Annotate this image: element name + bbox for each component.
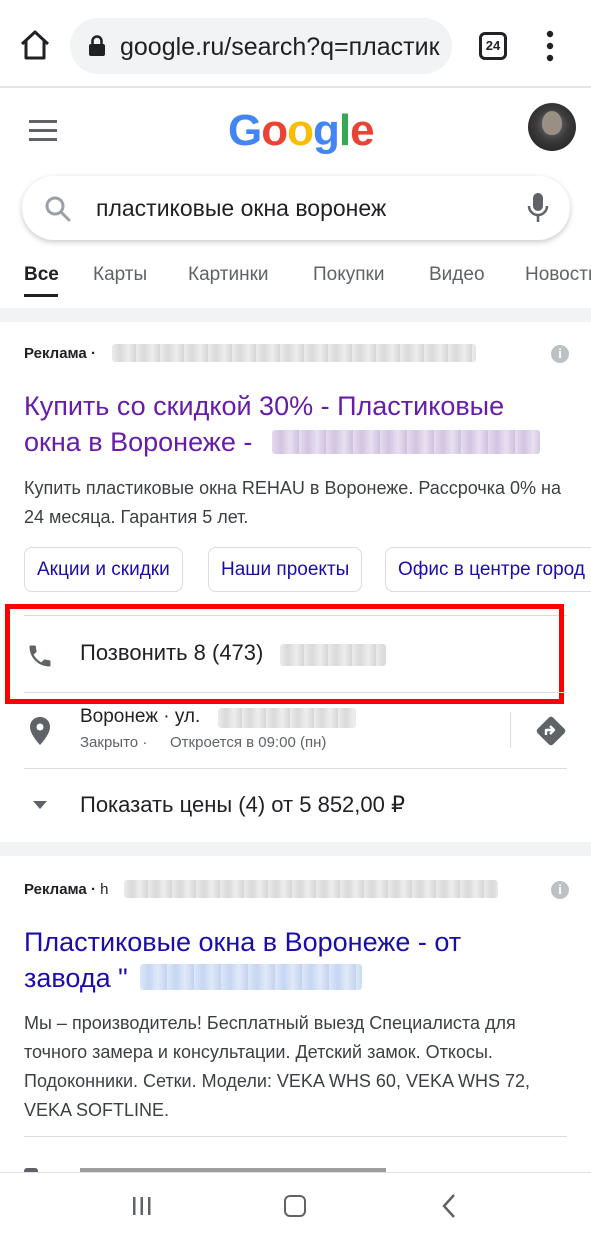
- ad-title-line: Пластиковые окна в Воронеже - от: [24, 927, 462, 957]
- hours-dot: ·: [142, 734, 148, 751]
- section-separator: [0, 308, 591, 322]
- ad-label-dot: ·: [90, 881, 96, 898]
- logo-letter: l: [338, 106, 351, 155]
- ad-label: Реклама ·: [24, 345, 96, 362]
- google-logo[interactable]: Google: [228, 106, 375, 156]
- ad-description: Купить пластиковые окна REHAU в Воронеже…: [24, 478, 561, 527]
- logo-letter: g: [313, 106, 340, 155]
- ad-label: Реклама · h: [24, 881, 108, 898]
- address-bar[interactable]: google.ru/search?q=пластик: [70, 18, 452, 74]
- logo-letter: G: [228, 106, 262, 155]
- info-icon[interactable]: i: [551, 881, 569, 899]
- sitelink-office[interactable]: Офис в центре город: [385, 547, 591, 592]
- tab-all[interactable]: Все: [24, 264, 59, 286]
- tab-videos[interactable]: Видео: [429, 264, 485, 286]
- divider: [24, 768, 567, 769]
- ad-domain-start: h: [100, 881, 109, 898]
- tab-switcher-button[interactable]: 24: [479, 32, 507, 60]
- url-text: google.ru/search?q=пластик: [120, 33, 440, 61]
- redacted-title: [140, 964, 362, 990]
- active-tab-indicator: [24, 294, 58, 297]
- divider: [24, 1136, 567, 1137]
- tab-maps[interactable]: Карты: [93, 264, 147, 286]
- microphone-icon[interactable]: [526, 192, 550, 224]
- hamburger-menu-icon[interactable]: [29, 119, 57, 141]
- sitelink-promotions[interactable]: Акции и скидки: [24, 547, 183, 592]
- address-link[interactable]: Воронеж · ул.: [80, 706, 200, 728]
- recent-apps-icon[interactable]: [131, 1195, 153, 1217]
- tab-shopping[interactable]: Покупки: [313, 264, 384, 286]
- redacted-title: [272, 430, 540, 454]
- chevron-down-icon[interactable]: [32, 800, 48, 810]
- account-avatar[interactable]: [528, 103, 576, 151]
- divider: [24, 692, 567, 693]
- search-icon: [45, 196, 71, 222]
- ad-label-dot: ·: [90, 345, 96, 362]
- search-box[interactable]: пластиковые окна воронеж: [22, 176, 570, 240]
- lock-icon: [89, 35, 105, 56]
- tab-news[interactable]: Новости: [525, 264, 591, 286]
- hours-closed-status: Закрыто ·: [80, 734, 147, 751]
- section-separator: [0, 842, 591, 856]
- redacted-url: [112, 344, 476, 362]
- search-tabs: Все Карты Картинки Покупки Видео Новости: [0, 262, 591, 302]
- search-input[interactable]: пластиковые окна воронеж: [96, 195, 386, 222]
- ad-label-text: Реклама: [24, 345, 87, 362]
- location-pin-icon: [30, 717, 50, 745]
- redacted-address: [218, 708, 356, 728]
- home-nav-icon[interactable]: [284, 1195, 306, 1217]
- hours-open-time: Откроется в 09:00 (пн): [170, 734, 327, 751]
- android-nav-bar: [0, 1172, 591, 1240]
- info-icon[interactable]: i: [551, 345, 569, 363]
- browser-toolbar: google.ru/search?q=пластик 24: [0, 0, 591, 88]
- ad-description: Мы – производитель! Бесплатный выезд Спе…: [24, 1013, 530, 1120]
- tab-images[interactable]: Картинки: [188, 264, 269, 286]
- logo-letter: o: [287, 106, 314, 155]
- directions-icon[interactable]: [534, 714, 568, 748]
- redacted-url: [124, 880, 498, 898]
- home-icon[interactable]: [18, 28, 52, 62]
- closed-text: Закрыто: [80, 734, 139, 751]
- back-icon[interactable]: [440, 1193, 458, 1219]
- vertical-divider: [510, 712, 511, 748]
- call-button[interactable]: Позвонить 8 (473): [80, 640, 263, 666]
- ad-title-line: Купить со скидкой 30% - Пластиковые: [24, 391, 505, 421]
- sitelink-projects[interactable]: Наши проекты: [208, 547, 363, 592]
- logo-letter: o: [261, 106, 288, 155]
- phone-icon: [29, 645, 51, 667]
- redacted-phone: [280, 644, 386, 666]
- ad-label-text: Реклама: [24, 881, 87, 898]
- more-menu-icon[interactable]: [545, 30, 555, 62]
- logo-letter: e: [350, 106, 375, 155]
- show-prices-button[interactable]: Показать цены (4) от 5 852,00 ₽: [80, 792, 405, 818]
